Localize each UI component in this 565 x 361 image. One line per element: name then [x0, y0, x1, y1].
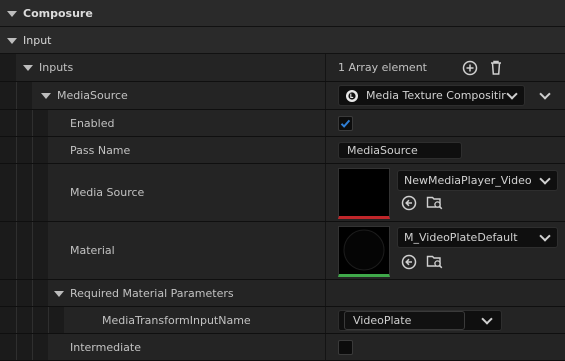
class-value: Media Texture Compositir [366, 89, 506, 102]
name-cell: MediaTransformInputName [64, 307, 325, 333]
indent-guide [32, 307, 33, 333]
indent-guide [16, 307, 17, 333]
expand-arrow-icon[interactable] [7, 38, 17, 44]
media-source-item-row: MediaSource Media Texture Compositir [0, 82, 565, 110]
folder-search-icon[interactable] [426, 253, 444, 270]
class-combo[interactable]: Media Texture Compositir [338, 85, 525, 106]
material-sphere-icon [343, 229, 385, 271]
name-cell: Inputs [16, 54, 325, 81]
name-cell: Pass Name [48, 137, 325, 163]
folder-search-icon[interactable] [426, 194, 444, 211]
value-cell: VideoPlate [325, 307, 565, 333]
pass-name-row: Pass Name MediaSource [0, 137, 565, 164]
indent-guide [32, 222, 33, 279]
plus-circle-icon[interactable] [462, 60, 478, 76]
indent-guide [16, 280, 17, 306]
value-cell: 1 Array element [325, 54, 565, 81]
trash-icon[interactable] [488, 59, 504, 76]
material-row: Material M_VideoPlateDefault [0, 222, 565, 280]
category-label: Composure [23, 7, 93, 20]
value-cell: Media Texture Compositir [325, 82, 565, 109]
name-cell: MediaSource [32, 82, 325, 109]
enabled-row: Enabled [0, 110, 565, 137]
indent-guide [16, 110, 17, 136]
indent-guide [16, 222, 17, 279]
expand-arrow-icon[interactable] [23, 65, 33, 71]
value-cell [325, 334, 565, 360]
media-transform-input[interactable]: VideoPlate [344, 311, 465, 330]
indent-guide [48, 307, 49, 333]
intermediate-checkbox[interactable] [338, 340, 353, 355]
value-cell: NewMediaPlayer_Video [325, 164, 565, 221]
pass-name-input[interactable]: MediaSource [338, 142, 462, 159]
asset-name: M_VideoPlateDefault [404, 231, 518, 244]
chevron-down-icon [539, 173, 551, 185]
media-transform-label: MediaTransformInputName [102, 314, 251, 327]
inputs-row: Inputs 1 Array element [0, 54, 565, 82]
name-cell: Media Source [48, 164, 325, 221]
pass-name-label: Pass Name [70, 144, 131, 157]
indent-guide [32, 137, 33, 163]
expand-arrow-icon[interactable] [54, 291, 64, 297]
chevron-down-icon [539, 230, 551, 242]
name-cell: Material [48, 222, 325, 279]
indent-guide [32, 280, 33, 306]
media-transform-row: MediaTransformInputName VideoPlate [0, 307, 565, 334]
enabled-checkbox[interactable] [338, 116, 353, 131]
indent-guide [16, 82, 17, 109]
array-count: 1 Array element [338, 61, 427, 74]
enabled-label: Enabled [70, 117, 115, 130]
checkmark-icon [340, 119, 351, 128]
media-source-label: Media Source [70, 186, 145, 199]
indent-guide [32, 334, 33, 360]
indent-guide [16, 137, 17, 163]
inputs-label: Inputs [39, 61, 74, 74]
media-source-asset-combo[interactable]: NewMediaPlayer_Video [397, 170, 558, 191]
required-params-row: Required Material Parameters [0, 280, 565, 307]
chevron-down-icon[interactable] [539, 88, 551, 100]
arrow-left-circle-icon[interactable] [401, 195, 417, 211]
expand-arrow-icon[interactable] [41, 93, 51, 99]
value-cell: MediaSource [325, 137, 565, 163]
indent-guide [16, 334, 17, 360]
media-source-item-label: MediaSource [57, 89, 128, 102]
value-cell: M_VideoPlateDefault [325, 222, 565, 279]
indent-guide [32, 110, 33, 136]
value-cell [325, 110, 565, 136]
name-cell: Intermediate [48, 334, 325, 360]
intermediate-row: Intermediate [0, 334, 565, 361]
name-cell: Required Material Parameters [48, 280, 325, 306]
unreal-logo-icon [346, 90, 358, 102]
required-params-label: Required Material Parameters [70, 287, 234, 300]
asset-name: NewMediaPlayer_Video [404, 174, 532, 187]
chevron-down-icon [506, 88, 518, 100]
asset-thumbnail[interactable] [338, 168, 390, 219]
category-label: Input [23, 34, 52, 47]
name-cell: Enabled [48, 110, 325, 136]
expand-arrow-icon[interactable] [7, 11, 17, 17]
category-input[interactable]: Input [0, 27, 565, 54]
indent-guide [16, 164, 17, 221]
category-composure[interactable]: Composure [0, 0, 565, 27]
material-asset-combo[interactable]: M_VideoPlateDefault [397, 227, 558, 248]
intermediate-label: Intermediate [70, 341, 141, 354]
indent-guide [32, 164, 33, 221]
media-source-row: Media Source NewMediaPlayer_Video [0, 164, 565, 222]
material-label: Material [70, 244, 115, 257]
value-cell [325, 280, 565, 306]
arrow-left-circle-icon[interactable] [401, 254, 417, 270]
material-thumbnail[interactable] [338, 226, 390, 277]
chevron-down-icon [481, 313, 493, 325]
